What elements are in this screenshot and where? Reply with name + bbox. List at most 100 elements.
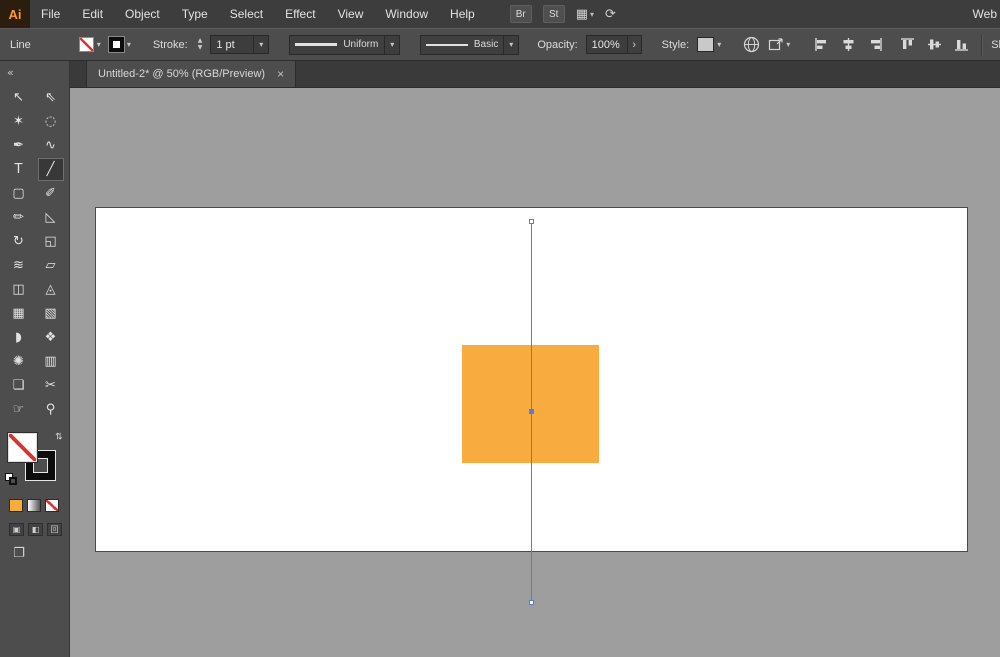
rectangle-tool[interactable]: ▢	[6, 182, 32, 205]
stroke-weight-stepper[interactable]: ▲ ▼	[198, 38, 203, 51]
gradient-tool[interactable]: ▧	[38, 302, 64, 325]
selection-tool[interactable]: ↖	[6, 86, 32, 109]
anchor-handle-bottom[interactable]	[529, 600, 534, 605]
blend-icon: ❖	[44, 330, 57, 345]
align-horizontal-center-button[interactable]	[839, 36, 857, 54]
stroke-weight-label[interactable]: Stroke:	[153, 39, 188, 51]
menu-help[interactable]: Help	[439, 0, 486, 28]
collapse-panel-button[interactable]: «	[7, 66, 14, 79]
lasso-tool[interactable]: ◌	[38, 110, 64, 133]
stock-button[interactable]: St	[542, 5, 565, 23]
menu-file[interactable]: File	[30, 0, 71, 28]
isolate-object-icon	[769, 38, 783, 51]
style-dropdown[interactable]: ▾	[697, 37, 721, 52]
tools-grid: ↖ ⇖ ✶ ◌ ✒ ∿ T ╱ ▢ ✐ ✏ ◺ ↻ ◱ ≋ ▱ ◫ ◬ ▦ ▧ ◗ ❖ ✺ ▥ ❏ ✂ ☞ ⚲	[0, 86, 69, 421]
menu-select[interactable]: Select	[219, 0, 274, 28]
align-vertical-bottom-button[interactable]	[952, 36, 970, 54]
slice-icon: ✂	[45, 378, 56, 393]
type-tool[interactable]: T	[6, 158, 32, 181]
default-fill-stroke-button[interactable]	[5, 473, 19, 487]
menu-type[interactable]: Type	[171, 0, 219, 28]
align-horizontal-right-button[interactable]	[866, 36, 884, 54]
pen-icon: ✒	[13, 138, 24, 153]
screen-mode-icon: ❐	[13, 546, 25, 561]
menu-window[interactable]: Window	[374, 0, 439, 28]
scale-tool[interactable]: ◱	[38, 230, 64, 253]
stroke-weight-dropdown-button[interactable]: ▾	[254, 35, 270, 54]
document-tab[interactable]: Untitled-2* @ 50% (RGB/Preview) ×	[86, 61, 297, 87]
pencil-tool[interactable]: ✏	[6, 206, 32, 229]
opacity-combo[interactable]: 100% ›	[585, 35, 642, 54]
column-graph-tool[interactable]: ▥	[38, 350, 64, 373]
swap-fill-stroke-icon[interactable]: ⇄	[53, 432, 63, 440]
canvas-pasteboard[interactable]	[70, 88, 1000, 657]
draw-normal-button[interactable]: ▣	[9, 523, 24, 536]
opacity-panel-button[interactable]: ›	[627, 35, 642, 54]
width-profile-dropdown-button[interactable]: ▾	[385, 34, 401, 55]
slice-tool[interactable]: ✂	[38, 374, 64, 397]
fill-proxy-button[interactable]	[8, 433, 37, 462]
isolate-selected-object-button[interactable]: ▾	[768, 37, 790, 52]
stroke-weight-combo[interactable]: 1 pt ▾	[210, 35, 270, 54]
menu-view[interactable]: View	[327, 0, 375, 28]
opacity-label[interactable]: Opacity:	[537, 39, 577, 51]
gradient-button[interactable]	[27, 499, 41, 512]
brush-dropdown-button[interactable]: ▾	[504, 34, 520, 55]
color-wheel-icon	[744, 36, 760, 53]
color-button[interactable]	[9, 499, 23, 512]
hand-tool[interactable]: ☞	[6, 398, 32, 421]
shape-builder-tool[interactable]: ◫	[6, 278, 32, 301]
fill-none-swatch-icon	[78, 37, 94, 52]
draw-inside-button[interactable]: 回	[47, 523, 62, 536]
align-vertical-center-button[interactable]	[925, 36, 943, 54]
chevron-down-icon: ▾	[126, 40, 131, 49]
curvature-tool[interactable]: ∿	[38, 134, 64, 157]
uniform-profile-icon	[295, 43, 338, 46]
sync-settings-button[interactable]: ⟳	[605, 7, 616, 22]
anchor-handle-center[interactable]	[529, 409, 534, 414]
screen-mode-button[interactable]: ❐	[9, 546, 29, 561]
menu-effect[interactable]: Effect	[274, 0, 326, 28]
align-vertical-top-button[interactable]	[898, 36, 916, 54]
menubar-menus: File Edit Object Type Select Effect View Window…	[30, 0, 486, 28]
menu-edit[interactable]: Edit	[71, 0, 114, 28]
blend-tool[interactable]: ❖	[38, 326, 64, 349]
bridge-button[interactable]: Br	[509, 5, 532, 23]
magic-wand-tool[interactable]: ✶	[6, 110, 32, 133]
free-transform-tool[interactable]: ▱	[38, 254, 64, 277]
draw-behind-button[interactable]: ◧	[28, 523, 43, 536]
width-tool[interactable]: ≋	[6, 254, 32, 277]
eraser-tool[interactable]: ◺	[38, 206, 64, 229]
opacity-value[interactable]: 100%	[585, 35, 628, 54]
line-segment-tool[interactable]: ╱	[37, 158, 64, 181]
shape-builder-icon: ◫	[12, 282, 25, 297]
artboard-tool[interactable]: ❏	[6, 374, 32, 397]
style-label: Style:	[661, 38, 690, 51]
zoom-tool[interactable]: ⚲	[38, 398, 64, 421]
direct-selection-tool[interactable]: ⇖	[38, 86, 64, 109]
close-tab-icon[interactable]: ×	[277, 68, 284, 80]
width-profile-combo[interactable]: Uniform ▾	[289, 34, 401, 55]
brush-definition-combo[interactable]: Basic ▾	[420, 34, 520, 55]
mesh-tool[interactable]: ▦	[6, 302, 32, 325]
fill-color-dropdown[interactable]: ▾	[78, 37, 101, 52]
none-button[interactable]	[45, 499, 59, 512]
perspective-grid-tool[interactable]: ◬	[38, 278, 64, 301]
gradient-icon: ▧	[44, 306, 57, 321]
rotate-tool[interactable]: ↻	[6, 230, 32, 253]
recolor-artwork-button[interactable]	[743, 36, 760, 53]
paintbrush-tool[interactable]: ✐	[38, 182, 64, 205]
style-swatch-icon	[697, 37, 715, 52]
curvature-icon: ∿	[45, 138, 56, 153]
symbol-sprayer-tool[interactable]: ✺	[6, 350, 32, 373]
arrange-documents-button[interactable]: ▦ ▾	[576, 7, 594, 22]
document-tab-bar: Untitled-2* @ 50% (RGB/Preview) ×	[70, 61, 1000, 88]
menu-object[interactable]: Object	[114, 0, 171, 28]
workspace-switcher[interactable]: Web	[973, 0, 997, 28]
stroke-color-dropdown[interactable]: ▾	[108, 37, 131, 52]
anchor-handle-top[interactable]	[529, 219, 534, 224]
align-horizontal-left-button[interactable]	[812, 36, 830, 54]
eyedropper-tool[interactable]: ◗	[6, 326, 32, 349]
pen-tool[interactable]: ✒	[6, 134, 32, 157]
stroke-weight-value[interactable]: 1 pt	[210, 35, 255, 54]
